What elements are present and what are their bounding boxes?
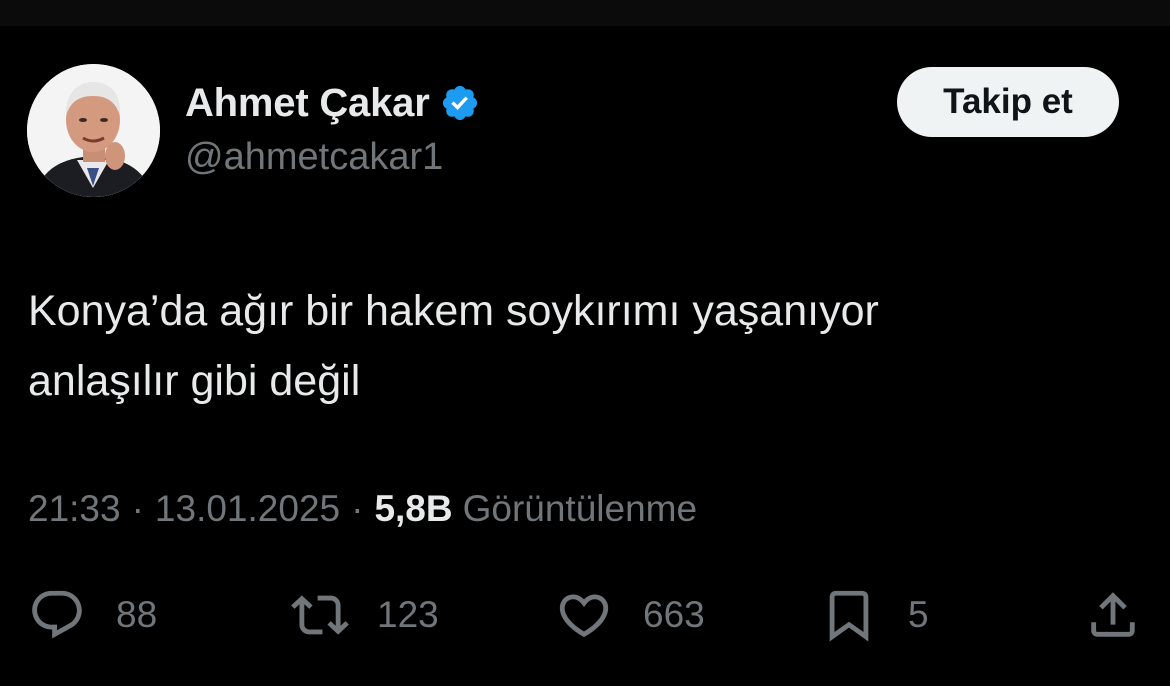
retweet-icon: [287, 586, 353, 644]
author-name-row: Ahmet Çakar: [185, 78, 480, 128]
tweet-text-line: anlaşılır gibi değil: [28, 357, 361, 405]
retweet-count: 123: [377, 594, 439, 635]
author-display-name[interactable]: Ahmet Çakar: [185, 81, 430, 126]
tweet-date[interactable]: 13.01.2025: [155, 488, 340, 530]
views-label[interactable]: Görüntülenme: [463, 488, 697, 530]
retweet-button[interactable]: 123: [287, 580, 439, 650]
heart-icon: [555, 586, 613, 644]
avatar[interactable]: [27, 64, 160, 197]
tweet-meta: 21:33 · 13.01.2025 · 5,8B Görüntülenme: [28, 488, 697, 530]
bookmark-count: 5: [908, 594, 929, 635]
avatar-image: [27, 64, 160, 197]
like-count: 663: [643, 594, 705, 635]
like-button[interactable]: 663: [555, 580, 705, 650]
meta-separator: ·: [131, 488, 144, 529]
verified-badge-icon[interactable]: [440, 83, 480, 123]
bookmark-button[interactable]: 5: [820, 580, 929, 650]
views-count[interactable]: 5,8B: [374, 488, 452, 530]
reply-count: 88: [116, 594, 158, 635]
follow-button[interactable]: Takip et: [897, 67, 1119, 137]
author-handle[interactable]: @ahmetcakar1: [185, 136, 443, 179]
top-edge-strip: [0, 0, 1170, 26]
reply-button[interactable]: 88: [28, 580, 157, 650]
share-button[interactable]: [1084, 580, 1142, 650]
tweet-time[interactable]: 21:33: [28, 488, 121, 530]
bookmark-icon: [820, 586, 878, 644]
action-bar: 88 123 663 5: [0, 580, 1170, 650]
meta-separator: ·: [351, 488, 364, 529]
tweet-text-line: Konya’da ağır bir hakem soykırımı yaşanı…: [28, 287, 879, 335]
share-icon: [1084, 586, 1142, 644]
reply-icon: [28, 586, 86, 644]
tweet-text: Konya’da ağır bir hakem soykırımı yaşanı…: [28, 276, 1138, 416]
